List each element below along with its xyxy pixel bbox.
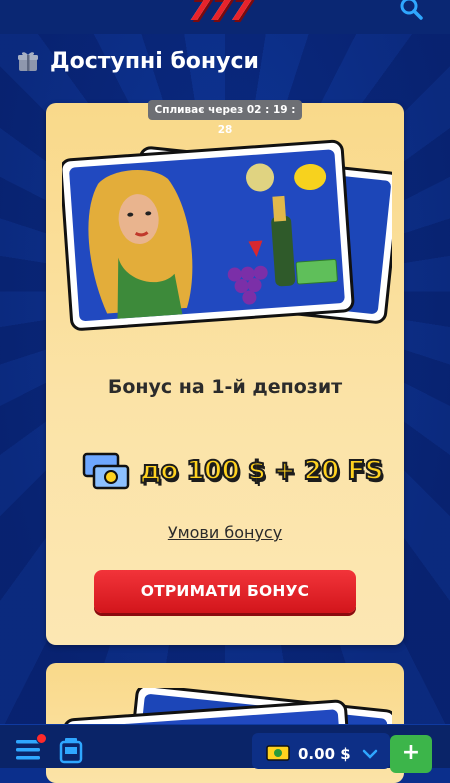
bonus-title: Бонус на 1-й депозит	[107, 376, 343, 398]
balance-amount: 0.00 $	[298, 745, 351, 763]
logo[interactable]: 777	[188, 0, 268, 26]
notification-dot	[36, 733, 47, 744]
bonus-amount: до 100 $ + 20 FS	[139, 455, 384, 487]
slot-machine-icon[interactable]	[58, 738, 84, 766]
page-title: Доступні бонуси	[50, 48, 259, 74]
bonus-amount-row: до 100 $ + 20 FS	[82, 449, 384, 493]
chevron-down-icon[interactable]	[362, 748, 378, 760]
deposit-button[interactable]: +	[390, 735, 432, 773]
money-icon	[82, 452, 130, 490]
bonus-illustration	[62, 139, 392, 331]
search-icon[interactable]	[398, 0, 426, 24]
bonus-terms-link[interactable]: Умови бонусу	[46, 523, 404, 542]
get-bonus-button[interactable]: ОТРИМАТИ БОНУС	[94, 570, 356, 613]
gift-icon	[18, 52, 38, 71]
wallet-icon	[266, 745, 290, 761]
page-title-row: Доступні бонуси	[16, 44, 259, 78]
expire-timer-badge: Спливає через 02 : 19 : 28	[148, 100, 302, 136]
